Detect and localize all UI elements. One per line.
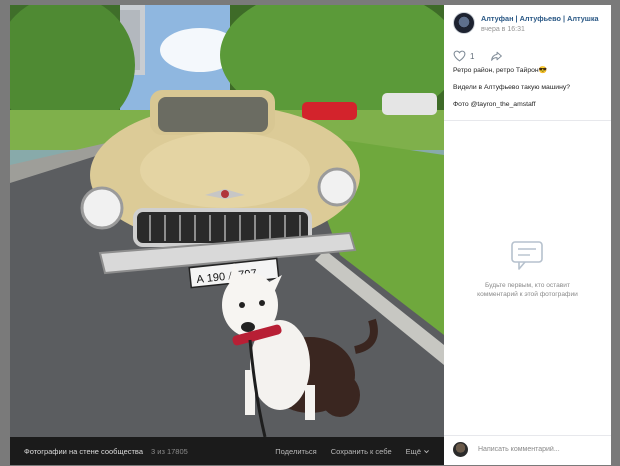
divider (444, 435, 611, 436)
post-text-line-1: Ретро район, ретро Тайрон😎 (453, 67, 548, 74)
more-menu[interactable]: Ещё (406, 447, 430, 456)
photo[interactable]: А 190 А 797 (10, 5, 444, 437)
author-text: Алтуфан | Алтуфьево | Алтушка вчера в 16… (481, 14, 599, 33)
post-side-panel: Алтуфан | Алтуфьево | Алтушка вчера в 16… (444, 5, 611, 465)
group-name-link[interactable]: Алтуфан | Алтуфьево | Алтушка (481, 14, 599, 23)
share-link[interactable]: Поделиться (275, 447, 316, 456)
group-avatar[interactable] (453, 12, 475, 34)
photo-counter: 3 из 17805 (151, 446, 188, 456)
post-actions: 1 (453, 50, 503, 62)
chevron-down-icon (424, 449, 429, 453)
user-avatar (453, 442, 468, 457)
comments-empty-text: Будьте первым, кто оставит комментарий к… (477, 282, 578, 298)
post-time[interactable]: вчера в 16:31 (481, 26, 599, 33)
post-author: Алтуфан | Алтуфьево | Алтушка вчера в 16… (453, 12, 599, 34)
comments-empty-icon (511, 241, 543, 270)
comment-bar (453, 442, 610, 457)
heart-icon[interactable] (453, 50, 466, 62)
comment-input[interactable] (476, 445, 610, 454)
photo-viewer: А 190 А 797 Фотографии на стене сообщест… (10, 5, 611, 465)
post-text: Ретро район, ретро Тайрон😎 Видели в Алту… (453, 67, 603, 117)
post-text-line-3: Фото @tayron_the_amstaff (453, 100, 536, 108)
share-icon[interactable] (490, 50, 503, 62)
more-label: Ещё (405, 446, 421, 456)
post-text-line-2: Видели в Алтуфьево такую машину? (453, 83, 571, 91)
divider (444, 120, 611, 121)
like-count: 1 (470, 51, 475, 61)
save-to-self-link[interactable]: Сохранить к себе (331, 447, 392, 456)
photo-bottom-bar: Фотографии на стене сообщества 3 из 1780… (10, 437, 444, 465)
photo-image: А 190 А 797 (10, 5, 444, 437)
album-title[interactable]: Фотографии на стене сообщества (24, 447, 143, 456)
